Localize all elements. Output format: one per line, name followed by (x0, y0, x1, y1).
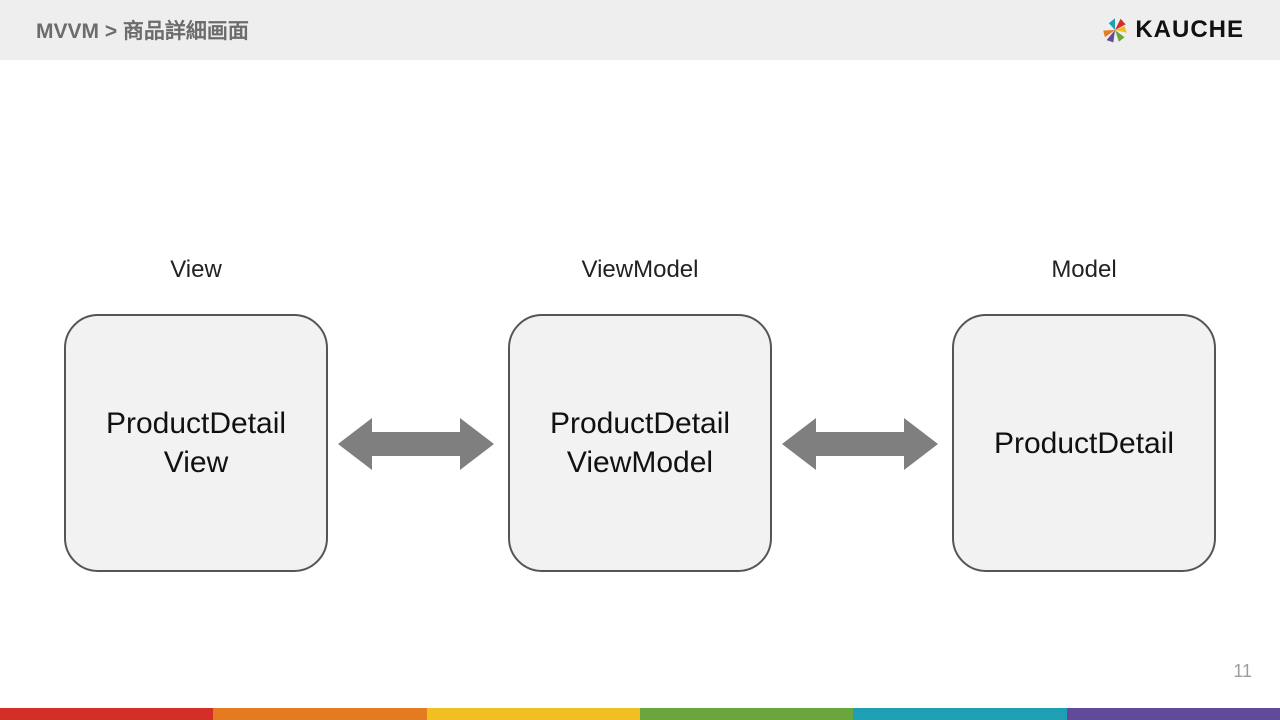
page-number: 11 (1233, 661, 1252, 682)
strip-seg (1067, 708, 1280, 720)
strip-seg (640, 708, 853, 720)
slide-body: View ViewModel Model ProductDetail View … (0, 60, 1280, 700)
double-arrow-icon (782, 416, 938, 472)
double-arrow-icon (338, 416, 494, 472)
column-label-view: View (64, 256, 328, 284)
box-model-text: ProductDetail (994, 424, 1174, 463)
breadcrumb: MVVM > 商品詳細画面 (36, 15, 249, 45)
header-bar: MVVM > 商品詳細画面 KAUCHE (0, 0, 1280, 60)
strip-seg (427, 708, 640, 720)
box-view: ProductDetail View (64, 314, 328, 572)
box-view-text: ProductDetail View (106, 404, 286, 482)
brand-logo: KAUCHE (1101, 16, 1244, 44)
box-model: ProductDetail (952, 314, 1216, 572)
box-viewmodel-text: ProductDetail ViewModel (550, 404, 730, 482)
strip-seg (213, 708, 426, 720)
strip-seg (853, 708, 1066, 720)
strip-seg (0, 708, 213, 720)
column-label-viewmodel: ViewModel (508, 256, 772, 284)
pinwheel-icon (1101, 16, 1129, 44)
bottom-color-strip (0, 708, 1280, 720)
column-label-model: Model (952, 256, 1216, 284)
brand-logo-text: KAUCHE (1135, 16, 1244, 44)
box-viewmodel: ProductDetail ViewModel (508, 314, 772, 572)
